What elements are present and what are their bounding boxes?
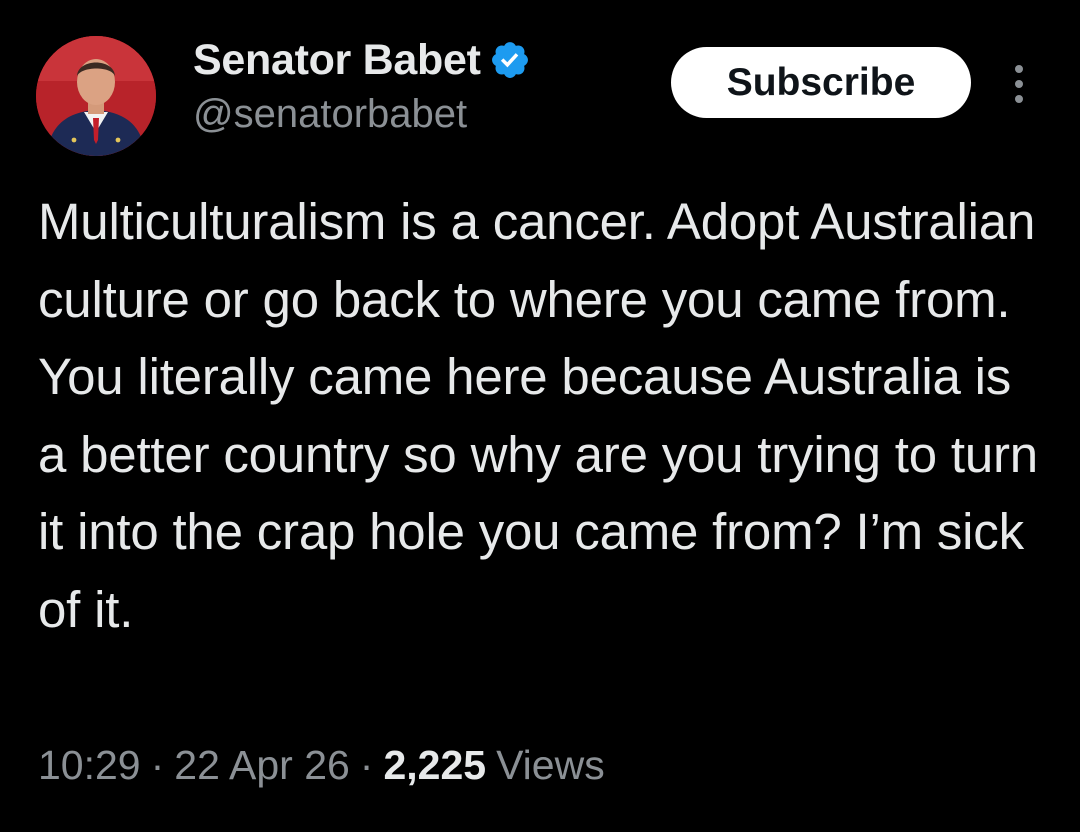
meta-separator: · — [150, 742, 165, 788]
tweet-card: Senator Babet @senatorbabet Subscribe Mu… — [0, 0, 1080, 832]
author-info: Senator Babet @senatorbabet — [193, 34, 531, 137]
handle[interactable]: @senatorbabet — [193, 92, 531, 137]
tweet-date[interactable]: 22 Apr 26 — [174, 742, 350, 789]
avatar[interactable] — [36, 36, 156, 156]
subscribe-button[interactable]: Subscribe — [671, 47, 971, 118]
views-label[interactable]: Views — [496, 742, 605, 789]
views-count[interactable]: 2,225 — [383, 742, 486, 789]
more-vertical-icon[interactable] — [1004, 62, 1034, 106]
tweet-time[interactable]: 10:29 — [38, 742, 141, 789]
tweet-meta: 10:29 · 22 Apr 26 · 2,225 Views — [38, 742, 605, 789]
avatar-image — [36, 36, 156, 156]
meta-separator: · — [359, 742, 374, 788]
display-name[interactable]: Senator Babet — [193, 36, 481, 85]
verified-badge-icon[interactable] — [489, 39, 531, 81]
tweet-text: Multiculturalism is a cancer. Adopt Aust… — [38, 193, 1038, 638]
